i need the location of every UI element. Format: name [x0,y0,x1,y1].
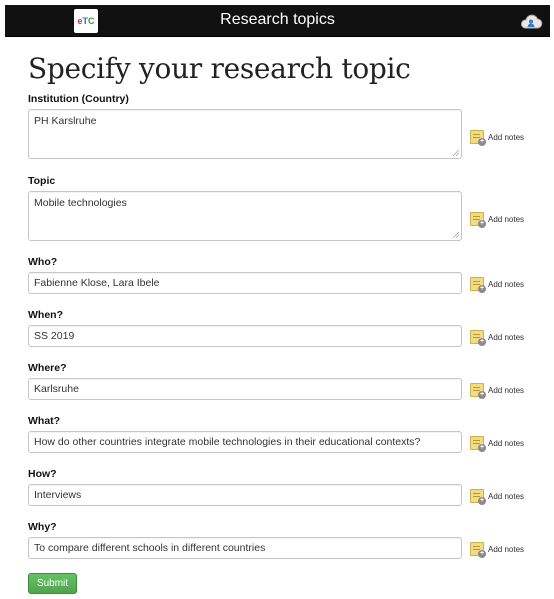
field-label: Topic [28,175,56,187]
field-label: How? [28,468,57,480]
add-notes-button[interactable]: + Add notes [470,489,525,505]
note-icon: + [470,130,486,146]
how-input[interactable]: Interviews [28,484,462,506]
note-icon: + [470,212,486,228]
cloud-user-icon[interactable] [519,9,543,33]
add-notes-label: Add notes [488,132,525,142]
add-notes-button[interactable]: + Add notes [470,542,525,558]
add-notes-button[interactable]: + Add notes [470,212,525,228]
field-label: When? [28,309,63,321]
app-title: Research topics [220,11,335,28]
add-notes-label: Add notes [488,438,525,448]
add-notes-label: Add notes [488,385,525,395]
add-notes-button[interactable]: + Add notes [470,130,525,146]
what-input[interactable]: How do other countries integrate mobile … [28,431,462,453]
field-institution: Institution (Country) PH Karslruhe + Add… [28,92,528,159]
add-notes-label: Add notes [488,332,525,342]
note-icon: + [470,383,486,399]
add-notes-label: Add notes [488,279,525,289]
topic-textarea[interactable]: Mobile technologies [28,191,462,241]
field-topic: Topic Mobile technologies + Add notes [28,174,528,241]
field-where: Where? Karlsruhe + Add notes [28,361,528,400]
field-label: Why? [28,521,57,533]
submit-button[interactable]: Submit [28,573,77,594]
resize-grip-icon[interactable] [453,150,459,156]
add-notes-label: Add notes [488,214,525,224]
add-notes-label: Add notes [488,544,525,554]
field-label: Who? [28,256,58,268]
when-input[interactable]: SS 2019 [28,325,462,347]
field-value: Mobile technologies [34,197,127,209]
field-label: What? [28,415,61,427]
add-notes-button[interactable]: + Add notes [470,330,525,346]
field-value: PH Karslruhe [34,115,97,127]
note-icon: + [470,436,486,452]
note-icon: + [470,489,486,505]
why-input[interactable]: To compare different schools in differen… [28,537,462,559]
note-icon: + [470,330,486,346]
resize-grip-icon[interactable] [453,232,459,238]
where-input[interactable]: Karlsruhe [28,378,462,400]
field-label: Institution (Country) [28,93,129,105]
institution-textarea[interactable]: PH Karslruhe [28,109,462,159]
who-input[interactable]: Fabienne Klose, Lara Ibele [28,272,462,294]
field-when: When? SS 2019 + Add notes [28,308,528,347]
field-what: What? How do other countries integrate m… [28,414,528,453]
add-notes-button[interactable]: + Add notes [470,277,525,293]
field-why: Why? To compare different schools in dif… [28,520,528,559]
add-notes-label: Add notes [488,491,525,501]
field-how: How? Interviews + Add notes [28,467,528,506]
note-icon: + [470,277,486,293]
field-who: Who? Fabienne Klose, Lara Ibele + Add no… [28,255,528,294]
app-header: eTC Research topics [5,5,550,37]
add-notes-button[interactable]: + Add notes [470,436,525,452]
add-notes-button[interactable]: + Add notes [470,383,525,399]
page-title: Specify your research topic [28,52,411,85]
note-icon: + [470,542,486,558]
field-label: Where? [28,362,67,374]
